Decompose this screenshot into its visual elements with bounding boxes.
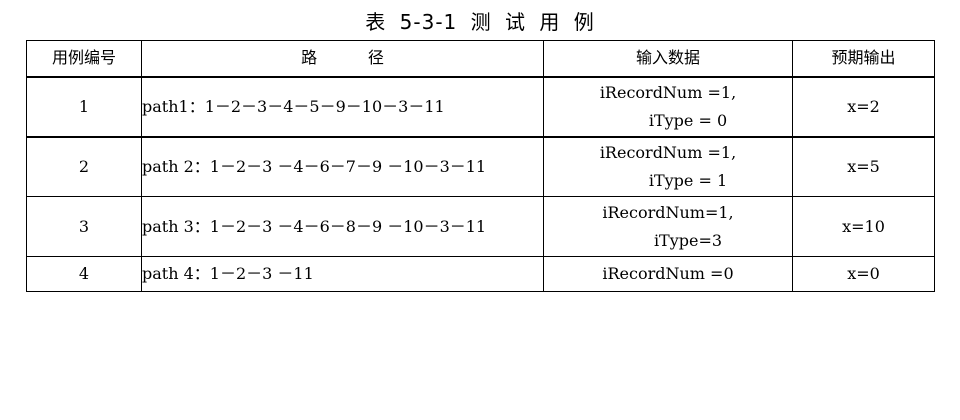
table-row: 3 path 3：1－2－3 －4－6－8－9 －10－3－11 iRecord… bbox=[26, 196, 935, 257]
case-id-cell: 2 bbox=[26, 136, 142, 197]
case-id-cell: 4 bbox=[26, 256, 142, 292]
path-cell: path1：1－2－3－4－5－9－10－3－11 bbox=[141, 76, 544, 138]
header-expected-output: 预期输出 bbox=[792, 40, 935, 78]
path-cell: path 4：1－2－3 －11 bbox=[141, 256, 544, 292]
input-line: iRecordNum =1, bbox=[599, 142, 737, 162]
header-path: 路 径 bbox=[141, 40, 544, 78]
output-cell: x=5 bbox=[792, 136, 935, 197]
input-cell: iRecordNum =1, iType = 0 bbox=[543, 76, 793, 138]
input-cell: iRecordNum =0 bbox=[543, 256, 793, 292]
path-cell: path 2：1－2－3 －4－6－7－9 －10－3－11 bbox=[141, 136, 544, 197]
test-case-table: 用例编号 路 径 输入数据 预期输出 1 path1：1－2－3－4－5－9－1… bbox=[26, 40, 935, 292]
case-id-cell: 1 bbox=[26, 76, 142, 138]
input-line: iType = 1 bbox=[648, 170, 728, 190]
case-id-cell: 3 bbox=[26, 196, 142, 257]
output-cell: x=10 bbox=[792, 196, 935, 257]
input-line: iRecordNum =0 bbox=[602, 264, 734, 283]
path-cell: path 3：1－2－3 －4－6－8－9 －10－3－11 bbox=[141, 196, 544, 257]
table-row: 4 path 4：1－2－3 －11 iRecordNum =0 x=0 bbox=[26, 256, 935, 292]
output-cell: x=2 bbox=[792, 76, 935, 138]
header-row: 用例编号 路 径 输入数据 预期输出 bbox=[26, 40, 935, 78]
output-cell: x=0 bbox=[792, 256, 935, 292]
input-cell: iRecordNum =1, iType = 1 bbox=[543, 136, 793, 197]
table-row: 1 path1：1－2－3－4－5－9－10－3－11 iRecordNum =… bbox=[26, 76, 935, 138]
header-input: 输入数据 bbox=[543, 40, 793, 78]
table-row: 2 path 2：1－2－3 －4－6－7－9 －10－3－11 iRecord… bbox=[26, 136, 935, 197]
table-title: 表 5-3-1 测 试 用 例 bbox=[365, 10, 595, 34]
input-line: iRecordNum =1, bbox=[599, 82, 737, 102]
header-case-id: 用例编号 bbox=[26, 40, 142, 78]
input-line: iType=3 bbox=[653, 230, 723, 250]
input-cell: iRecordNum=1, iType=3 bbox=[543, 196, 793, 257]
input-line: iRecordNum=1, bbox=[602, 202, 734, 222]
input-line: iType = 0 bbox=[648, 110, 728, 130]
